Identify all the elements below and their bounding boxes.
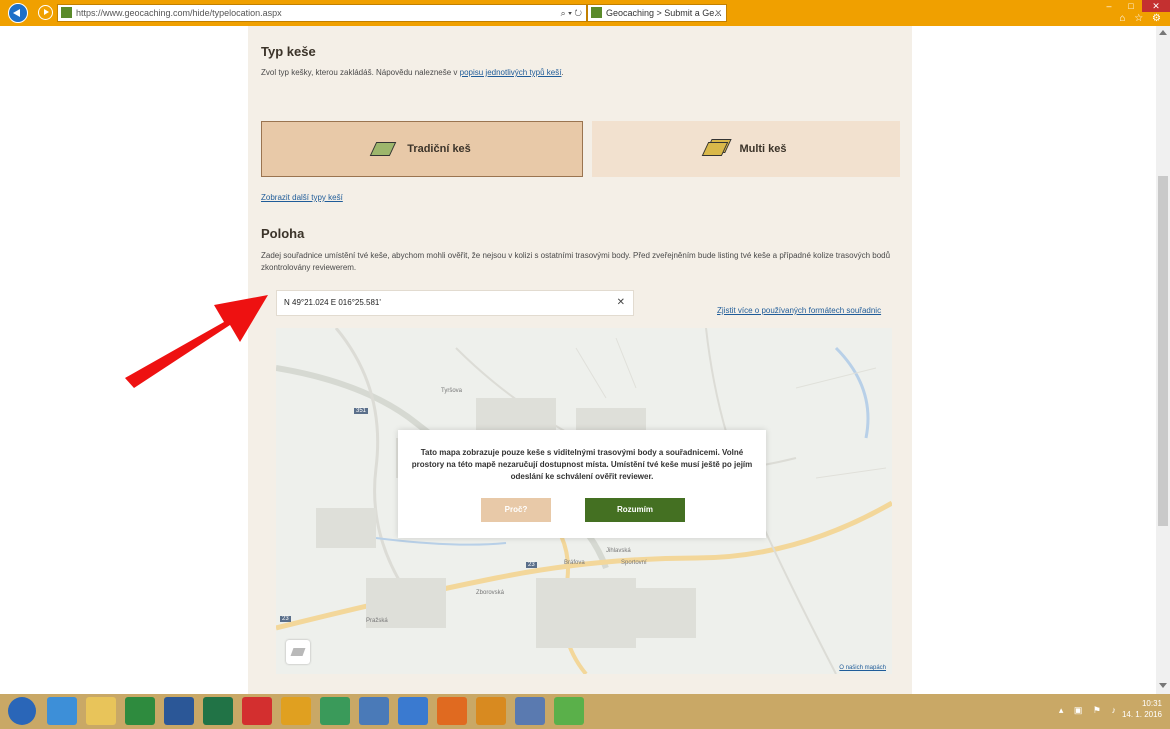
clock-date: 14. 1. 2016 xyxy=(1121,710,1162,719)
taskbar-start-icon[interactable] xyxy=(8,697,36,725)
address-bar-tools[interactable]: ⌕ ▾ ↻ xyxy=(561,5,582,21)
coordinates-input[interactable]: N 49°21.024 E 016°25.581' ✕ xyxy=(276,290,634,316)
taskbar-display-icon[interactable] xyxy=(515,697,545,725)
page-scrollbar[interactable] xyxy=(1156,26,1170,694)
taskbar-internet-explorer-icon[interactable] xyxy=(47,697,77,725)
scroll-down-icon[interactable] xyxy=(1159,683,1167,688)
window-controls: – □ ✕ xyxy=(1098,0,1170,12)
tab-favicon-icon xyxy=(591,7,602,19)
favorites-tools-icons[interactable]: ⌂ ☆ ⚙ xyxy=(1119,13,1164,24)
map-label-brafova: Bráfova xyxy=(564,560,585,566)
taskbar-store-icon[interactable] xyxy=(125,697,155,725)
map-attribution-link[interactable]: O našich mapách xyxy=(839,665,886,671)
understand-button[interactable]: Rozumím xyxy=(585,498,685,522)
minimize-button[interactable]: – xyxy=(1098,0,1120,12)
dialog-message: Tato mapa zobrazuje pouze keše s viditel… xyxy=(411,448,753,481)
taskbar-excel-icon[interactable] xyxy=(203,697,233,725)
site-favicon-icon xyxy=(61,7,72,19)
tab-close-icon[interactable]: ✕ xyxy=(714,5,722,21)
why-button[interactable]: Proč? xyxy=(481,498,551,522)
scrollbar-thumb[interactable] xyxy=(1158,176,1168,526)
clock-time: 10:31 xyxy=(1141,699,1162,708)
browser-tab[interactable]: Geocaching > Submit a Ge... ✕ xyxy=(587,4,727,22)
map-info-dialog: Tato mapa zobrazuje pouze keše s viditel… xyxy=(398,430,766,538)
taskbar-photos-icon[interactable] xyxy=(359,697,389,725)
taskbar: ▴ ▣ ⚑ ♪ 10:31 14. 1. 2016 xyxy=(0,694,1170,729)
multi-cache-icon xyxy=(702,142,729,156)
clock[interactable]: 10:31 14. 1. 2016 xyxy=(1122,698,1162,720)
taskbar-calculator-icon[interactable] xyxy=(320,697,350,725)
url-text: https://www.geocaching.com/hide/typeloca… xyxy=(76,8,282,18)
road-number-23-west: 23 xyxy=(280,616,291,622)
tab-title: Geocaching > Submit a Ge... xyxy=(606,8,722,18)
back-button[interactable] xyxy=(8,3,28,23)
address-bar[interactable]: https://www.geocaching.com/hide/typeloca… xyxy=(57,4,587,22)
more-cache-types-link[interactable]: Zobrazit další typy keší xyxy=(261,192,343,204)
taskbar-word-icon[interactable] xyxy=(164,697,194,725)
taskbar-acrobat-icon[interactable] xyxy=(242,697,272,725)
system-tray-icons[interactable]: ▴ ▣ ⚑ ♪ xyxy=(1059,705,1120,716)
map-label-sportovni: Sportovní xyxy=(621,560,647,566)
maximize-button[interactable]: □ xyxy=(1120,0,1142,12)
map-label-prazska: Pražská xyxy=(366,618,388,624)
taskbar-chrome-2-icon[interactable] xyxy=(554,697,584,725)
road-number-23: 23 xyxy=(526,562,537,568)
multi-cache-option[interactable]: Multi keš xyxy=(592,121,900,177)
form-panel: Typ keše Zvol typ kešky, kterou zakládáš… xyxy=(248,26,912,694)
map-label-tyrsova: Tyršova xyxy=(441,388,463,394)
multi-cache-label: Multi keš xyxy=(739,143,787,155)
browser-toolbar: https://www.geocaching.com/hide/typeloca… xyxy=(0,0,1170,26)
red-arrow-annotation xyxy=(125,295,268,388)
clear-icon[interactable]: ✕ xyxy=(617,291,625,315)
cache-type-intro: Zvol typ kešky, kterou zakládáš. Nápověd… xyxy=(261,68,564,77)
taskbar-firefox-icon[interactable] xyxy=(437,697,467,725)
taskbar-picture-viewer-icon[interactable] xyxy=(398,697,428,725)
taskbar-chrome-icon[interactable] xyxy=(281,697,311,725)
forward-button[interactable] xyxy=(38,5,53,20)
location-heading: Poloha xyxy=(261,226,305,241)
scroll-up-icon[interactable] xyxy=(1159,30,1167,35)
close-window-button[interactable]: ✕ xyxy=(1142,0,1170,12)
taskbar-paint-icon[interactable] xyxy=(476,697,506,725)
road-number-351: 351 xyxy=(354,408,369,414)
location-description: Zadej souřadnice umístění tvé keše, abyc… xyxy=(261,251,891,272)
coordinate-formats-link[interactable]: Zjistit více o používaných formátech sou… xyxy=(717,305,881,317)
map-label-jihlavska: Jihlavská xyxy=(606,548,631,554)
traditional-cache-label: Tradiční keš xyxy=(407,143,471,155)
cache-types-help-link[interactable]: popisu jednotlivých typů keší xyxy=(460,68,562,77)
map-label-zborovska: Zborovská xyxy=(476,590,505,596)
coordinates-value: N 49°21.024 E 016°25.581' xyxy=(284,298,381,307)
traditional-cache-option[interactable]: Tradiční keš xyxy=(261,121,583,177)
traditional-cache-icon xyxy=(369,142,397,156)
cache-type-heading: Typ keše xyxy=(261,44,316,59)
taskbar-file-explorer-icon[interactable] xyxy=(86,697,116,725)
map-layers-icon[interactable] xyxy=(286,640,310,664)
